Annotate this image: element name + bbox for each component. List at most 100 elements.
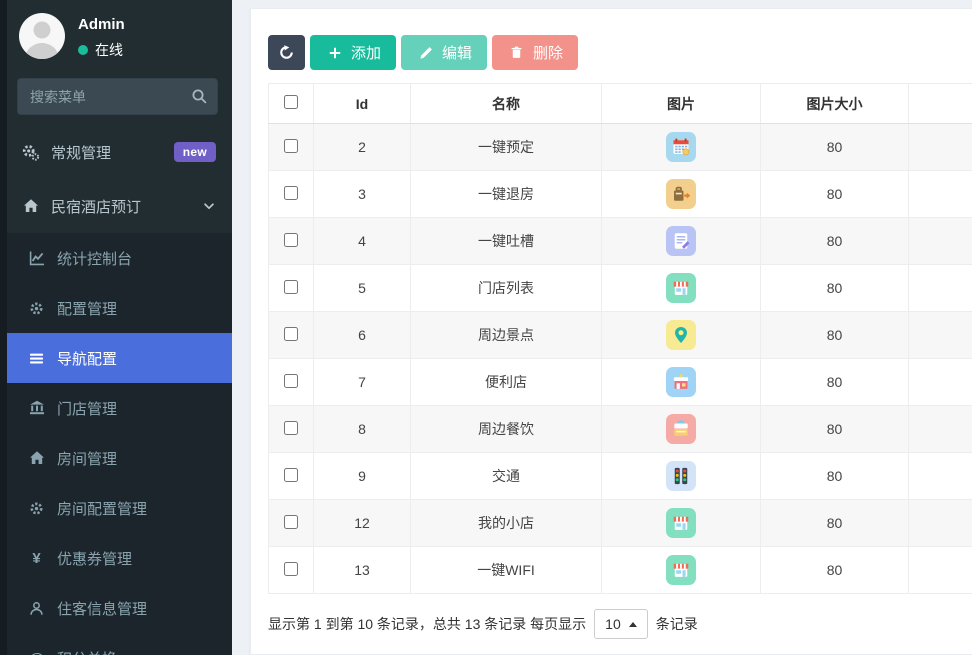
row-image-size: 80 [761, 265, 909, 312]
row-checkbox[interactable] [284, 421, 298, 435]
row-name: 一键预定 [411, 124, 602, 171]
row-checkbox[interactable] [284, 327, 298, 341]
trash-icon [507, 46, 526, 59]
row-image-size: 80 [761, 500, 909, 547]
row-checkbox[interactable] [284, 562, 298, 576]
content-card: 添加 编辑 删除 [250, 8, 972, 655]
row-checkbox[interactable] [284, 374, 298, 388]
caret-up-icon [629, 622, 637, 627]
search-icon[interactable] [191, 88, 207, 109]
edit-button-label: 编辑 [442, 42, 472, 63]
row-id: 7 [314, 359, 411, 406]
table-row[interactable]: 4一键吐槽80 [269, 218, 972, 265]
sidebar-item-store-management[interactable]: 门店管理 [0, 383, 232, 433]
row-name: 周边餐饮 [411, 406, 602, 453]
row-id: 2 [314, 124, 411, 171]
actions-column-header [909, 84, 972, 124]
row-checkbox[interactable] [284, 139, 298, 153]
sidebar-item-label: 导航配置 [57, 348, 117, 369]
table-row[interactable]: 12我的小店80 [269, 500, 972, 547]
page-size-dropdown[interactable]: 10 [594, 609, 648, 639]
row-select-cell [269, 406, 314, 453]
table-row[interactable]: 2一键预定 80 [269, 124, 972, 171]
row-name: 周边景点 [411, 312, 602, 359]
checkout-icon [666, 179, 696, 209]
row-image-size: 80 [761, 171, 909, 218]
row-checkbox[interactable] [284, 468, 298, 482]
table-row[interactable]: 13一键WIFI80 [269, 547, 972, 594]
column-header: 名称 [411, 84, 602, 124]
column-header: 图片 [602, 84, 761, 124]
select-all-checkbox[interactable] [284, 95, 298, 109]
row-select-cell [269, 265, 314, 312]
row-image-cell [602, 312, 761, 359]
page-size-value: 10 [605, 616, 621, 632]
food-icon [666, 414, 696, 444]
edit-button[interactable]: 编辑 [401, 35, 487, 70]
sidebar-item-config-management[interactable]: 配置管理 [0, 283, 232, 333]
store-icon [666, 508, 696, 538]
table-row[interactable]: 5门店列表80 [269, 265, 972, 312]
person-icon [19, 13, 65, 59]
row-name: 我的小店 [411, 500, 602, 547]
sidebar-item-stats-console[interactable]: 统计控制台 [0, 233, 232, 283]
gear-icon [27, 301, 46, 316]
bars-icon [27, 351, 46, 366]
row-id: 3 [314, 171, 411, 218]
table-row[interactable]: 3一键退房80 [269, 171, 972, 218]
sidebar-item-guest-info-management[interactable]: 住客信息管理 [0, 583, 232, 633]
refresh-button[interactable] [268, 35, 305, 70]
sidebar-item-label: 民宿酒店预订 [51, 196, 141, 217]
row-id: 5 [314, 265, 411, 312]
row-select-cell [269, 124, 314, 171]
table-row[interactable]: 7便利店80 [269, 359, 972, 406]
row-select-cell [269, 359, 314, 406]
chevron-down-icon [202, 199, 216, 213]
row-checkbox[interactable] [284, 515, 298, 529]
sidebar-item-general-management[interactable]: 常规管理new [0, 125, 232, 179]
row-select-cell [269, 171, 314, 218]
row-image-cell [602, 500, 761, 547]
row-image-size: 80 [761, 359, 909, 406]
row-image-cell [602, 265, 761, 312]
table-toolbar: 添加 编辑 删除 [268, 35, 972, 70]
sidebar-item-homestay-hotel-booking[interactable]: 民宿酒店预订 [0, 179, 232, 233]
row-actions-cell [909, 500, 972, 547]
table-row[interactable]: 9交通80 [269, 453, 972, 500]
add-button[interactable]: 添加 [310, 35, 396, 70]
search-input[interactable] [17, 78, 218, 115]
refresh-icon [277, 45, 296, 60]
row-image-size: 80 [761, 547, 909, 594]
main-content: 添加 编辑 删除 [232, 0, 972, 655]
sidebar-item-label: 配置管理 [57, 298, 117, 319]
row-id: 13 [314, 547, 411, 594]
row-checkbox[interactable] [284, 186, 298, 200]
sidebar-item-nav-config[interactable]: 导航配置 [0, 333, 232, 383]
table-row[interactable]: 8周边餐饮80 [269, 406, 972, 453]
row-checkbox[interactable] [284, 280, 298, 294]
row-actions-cell [909, 547, 972, 594]
sidebar-item-label: 常规管理 [51, 142, 111, 163]
sidebar-item-room-config-management[interactable]: 房间配置管理 [0, 483, 232, 533]
row-image-size: 80 [761, 312, 909, 359]
user-name: Admin [78, 16, 125, 33]
row-name: 一键吐槽 [411, 218, 602, 265]
row-image-size: 80 [761, 124, 909, 171]
sidebar-item-points-exchange[interactable]: @积分兑换 [0, 633, 232, 655]
row-actions-cell [909, 124, 972, 171]
row-actions-cell [909, 453, 972, 500]
table-row[interactable]: 6周边景点80 [269, 312, 972, 359]
sidebar-item-label: 房间管理 [57, 448, 117, 469]
sidebar-item-label: 积分兑换 [57, 648, 117, 655]
row-checkbox[interactable] [284, 233, 298, 247]
sidebar-item-room-management[interactable]: 房间管理 [0, 433, 232, 483]
delete-button[interactable]: 删除 [492, 35, 578, 70]
yen-icon: ¥ [27, 551, 46, 566]
row-image-cell [602, 124, 761, 171]
select-all-header [269, 84, 314, 124]
sidebar-item-label: 优惠券管理 [57, 548, 132, 569]
home-icon [27, 450, 46, 466]
sidebar-item-coupon-management[interactable]: ¥ 优惠券管理 [0, 533, 232, 583]
row-image-size: 80 [761, 406, 909, 453]
shop-icon [666, 367, 696, 397]
